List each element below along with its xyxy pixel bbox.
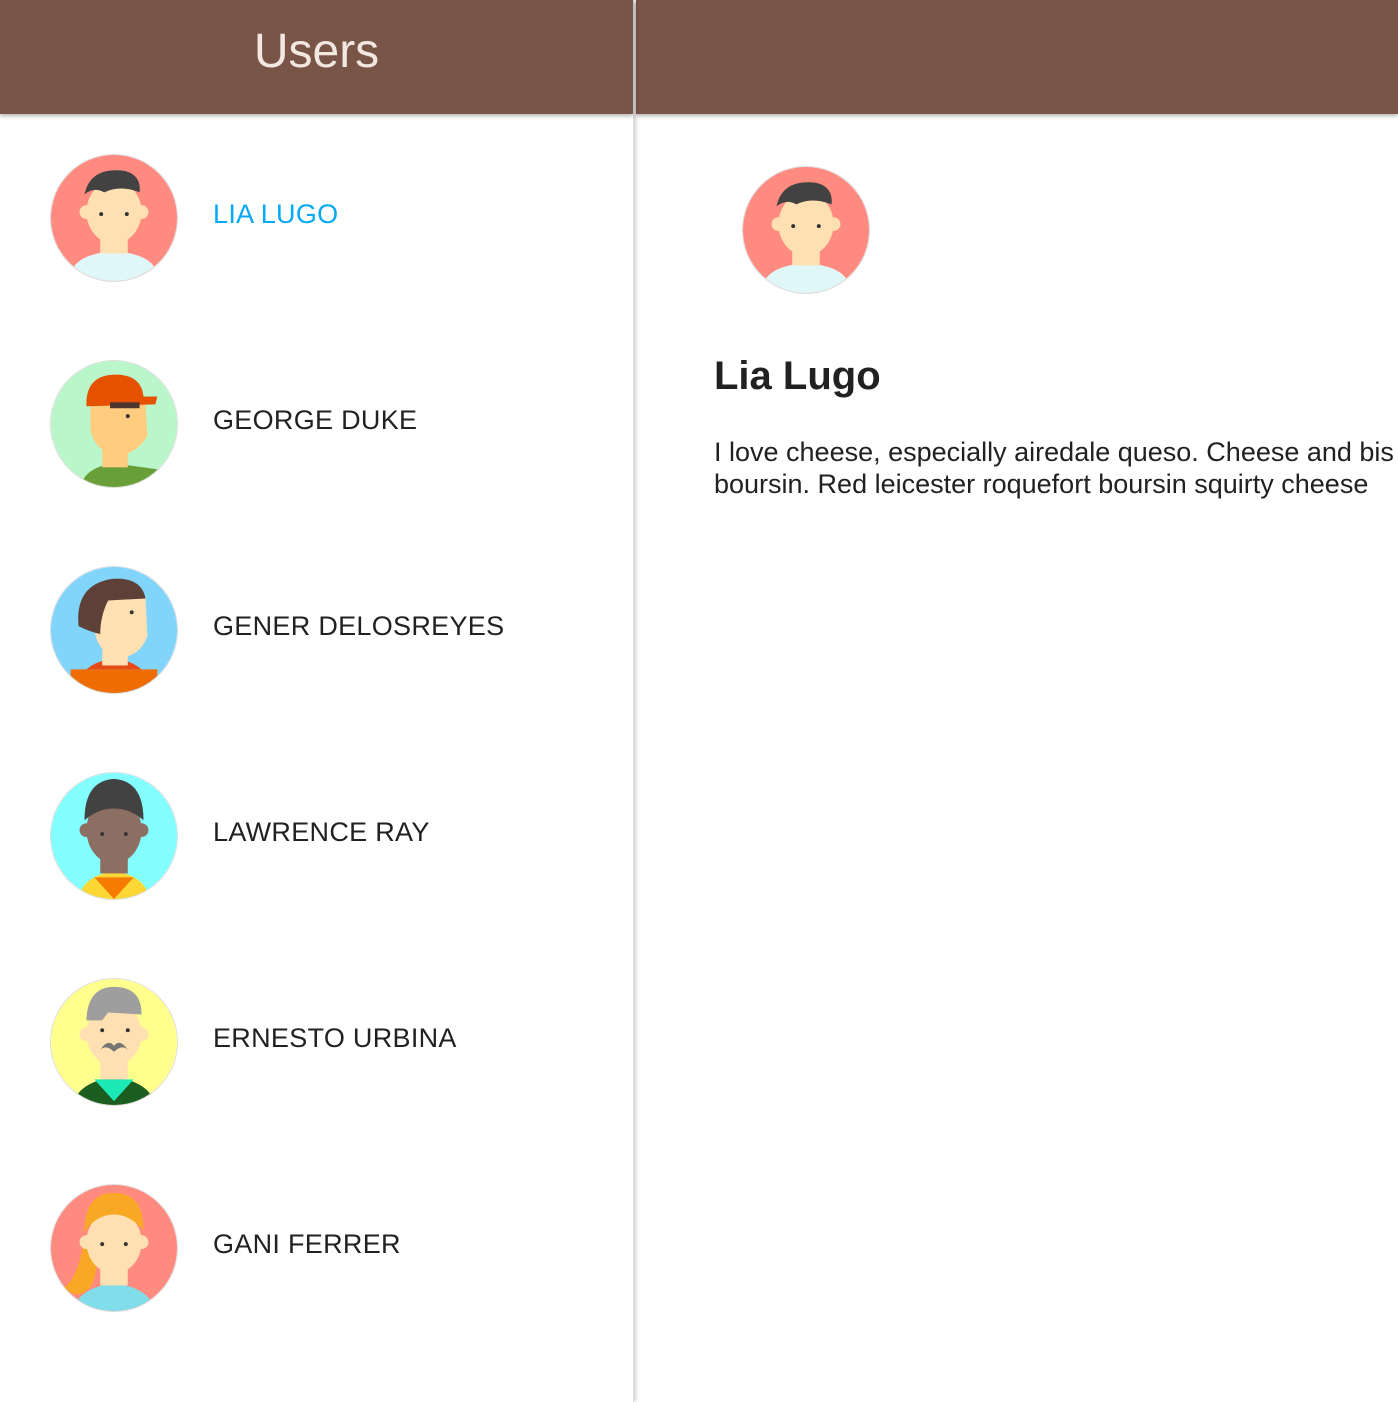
bio-line: boursin. Red leicester roquefort boursin… (714, 469, 1369, 499)
detail-user-name: Lia Lugo (714, 354, 881, 398)
avatar-man-orange-cap-icon (50, 360, 178, 488)
user-name: ERNESTO URBINA (213, 1023, 457, 1053)
user-name: GANI FERRER (213, 1229, 401, 1259)
user-item-gani-ferrer[interactable]: GANI FERRER (0, 1144, 633, 1350)
user-item-gener-delosreyes[interactable]: GENER DELOSREYES (0, 526, 633, 732)
user-item-ernesto-urbina[interactable]: ERNESTO URBINA (0, 938, 633, 1144)
user-name: LAWRENCE RAY (213, 817, 430, 847)
detail-user-bio: I love cheese, especially airedale queso… (714, 436, 1398, 500)
avatar-woman-red-bg-icon (50, 154, 178, 282)
avatar-man-cyan-bg-icon (50, 772, 178, 900)
avatar-woman-red-bg-icon (742, 166, 870, 294)
user-list: LIA LUGO GEORGE DUKE GENER DELOSREYES LA… (0, 114, 633, 1350)
sidebar-toolbar: Users (0, 0, 633, 114)
user-item-lia-lugo[interactable]: LIA LUGO (0, 114, 633, 320)
content-toolbar (636, 0, 1398, 114)
bio-line: I love cheese, especially airedale queso… (714, 437, 1394, 467)
avatar-woman-blonde-icon (50, 1184, 178, 1312)
user-item-lawrence-ray[interactable]: LAWRENCE RAY (0, 732, 633, 938)
user-name: GEORGE DUKE (213, 405, 418, 435)
user-name: LIA LUGO (213, 199, 339, 229)
toolbar-title: Users (253, 25, 380, 78)
user-detail-panel: Lia Lugo I love cheese, especially aired… (636, 114, 1398, 1402)
user-name: GENER DELOSREYES (213, 611, 505, 641)
users-sidebar: Users LIA LUGO GEORGE DUKE GENER DELOSRE… (0, 0, 634, 1402)
avatar-old-man-mustache-icon (50, 978, 178, 1106)
user-item-george-duke[interactable]: GEORGE DUKE (0, 320, 633, 526)
avatar-man-blue-bg-icon (50, 566, 178, 694)
